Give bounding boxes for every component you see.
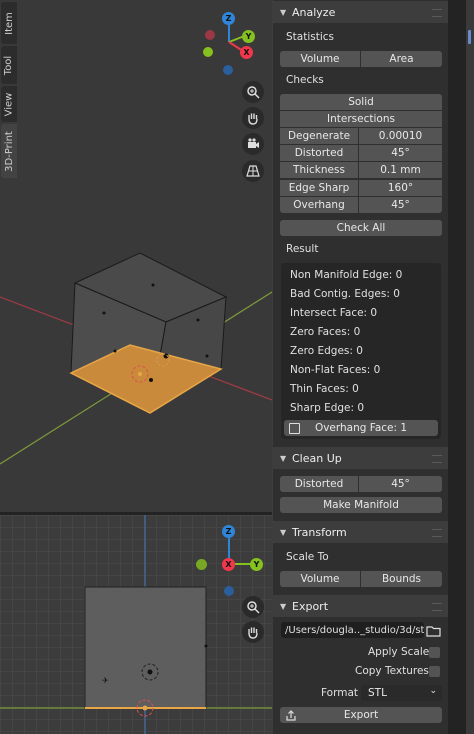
format-select[interactable]: STL ⌄	[361, 685, 442, 701]
panel-grip-icon[interactable]	[432, 9, 442, 17]
export-label: Export	[343, 709, 379, 721]
svg-text:✈: ✈	[102, 676, 109, 685]
viewport-front[interactable]: ✈ Z X Y	[0, 515, 272, 734]
gizmo-neg-z[interactable]	[224, 586, 234, 596]
hand-pan-icon[interactable]	[242, 107, 264, 129]
export-icon	[285, 709, 297, 724]
zoom-icon[interactable]	[242, 596, 264, 618]
gizmo-z[interactable]: Z	[222, 12, 235, 25]
analyze-panel-header[interactable]: ▼ Analyze	[273, 1, 448, 23]
perspective-grid-icon[interactable]	[242, 160, 264, 182]
volume-button[interactable]: Volume	[280, 51, 360, 67]
export-path-field[interactable]: /Users/dougla.._studio/3d/stl/	[281, 622, 424, 638]
result-item: Intersect Face: 0	[290, 307, 378, 319]
check-all-button[interactable]: Check All	[280, 220, 442, 236]
export-title: Export	[292, 599, 329, 613]
camera-icon[interactable]	[242, 133, 264, 155]
sidebar-tab-bar	[448, 0, 466, 734]
transform-panel-header[interactable]: ▼ Transform	[273, 521, 448, 543]
tab-item-label: Item	[3, 11, 15, 35]
thickness-button[interactable]: Thickness	[280, 162, 358, 178]
format-value: STL	[368, 687, 387, 699]
cleanup-title: Clean Up	[292, 451, 342, 465]
degenerate-value[interactable]: 0.00010	[359, 128, 442, 144]
overhang-button[interactable]: Overhang	[280, 197, 358, 213]
result-item: Bad Contig. Edges: 0	[290, 288, 400, 300]
overhang-face-label: Overhang Face: 1	[314, 422, 408, 434]
statistics-label: Statistics	[286, 31, 334, 43]
export-button[interactable]: Export	[280, 707, 442, 723]
gizmo-z[interactable]: Z	[222, 525, 235, 538]
panel-grip-icon[interactable]	[432, 529, 442, 537]
copy-textures-checkbox[interactable]	[429, 666, 440, 677]
cleanup-distorted-button[interactable]: Distorted	[280, 476, 358, 492]
result-item: Zero Edges: 0	[290, 345, 363, 357]
tab-view-label: View	[3, 92, 15, 116]
overhang-value[interactable]: 45°	[359, 197, 442, 213]
area-button[interactable]: Area	[361, 51, 442, 67]
navigation-gizmo[interactable]: Z Y X	[195, 8, 265, 80]
gizmo-y[interactable]: Y	[242, 30, 255, 43]
folder-icon[interactable]	[426, 623, 441, 638]
make-manifold-button[interactable]: Make Manifold	[280, 497, 442, 513]
window-edge	[466, 0, 474, 734]
scrollbar[interactable]	[468, 30, 471, 44]
gizmo-neg-y[interactable]	[196, 559, 207, 570]
triangle-expand-icon: ▼	[280, 601, 287, 611]
navigation-gizmo-front[interactable]: Z X Y	[195, 521, 265, 599]
result-item: Sharp Edge: 0	[290, 402, 365, 414]
result-item: Non-Flat Faces: 0	[290, 364, 381, 376]
triangle-expand-icon: ▼	[280, 527, 287, 537]
tab-tool[interactable]: Tool	[1, 46, 17, 84]
tab-item[interactable]: Item	[1, 2, 17, 44]
cube-mesh[interactable]	[69, 252, 228, 415]
tab-view[interactable]: View	[1, 86, 17, 122]
result-item: Non Manifold Edge: 0	[290, 269, 403, 281]
gizmo-x[interactable]: X	[222, 558, 235, 571]
apply-scale-checkbox[interactable]	[429, 647, 440, 658]
cube-front[interactable]	[84, 586, 207, 709]
hand-pan-icon[interactable]	[242, 621, 264, 643]
viewport-perspective[interactable]: Z Y X	[0, 0, 272, 512]
export-panel-header[interactable]: ▼ Export	[273, 595, 448, 617]
thickness-value[interactable]: 0.1 mm	[359, 162, 442, 178]
cleanup-distorted-value[interactable]: 45°	[359, 476, 442, 492]
solid-button[interactable]: Solid	[280, 94, 442, 110]
scale-volume-button[interactable]: Volume	[280, 571, 360, 587]
apply-scale-label: Apply Scale	[368, 646, 430, 658]
tab-3d-print[interactable]: 3D-Print	[1, 124, 17, 178]
degenerate-button[interactable]: Degenerate	[280, 128, 358, 144]
overhang-face-button[interactable]: Overhang Face: 1	[284, 420, 438, 436]
panel-grip-icon[interactable]	[432, 455, 442, 463]
cleanup-panel-header[interactable]: ▼ Clean Up	[273, 447, 448, 469]
gizmo-y[interactable]: Y	[250, 558, 263, 571]
result-label: Result	[286, 243, 319, 255]
scale-bounds-button[interactable]: Bounds	[361, 571, 442, 587]
chevron-down-icon: ⌄	[429, 686, 437, 696]
result-item: Zero Faces: 0	[290, 326, 361, 338]
scale-to-label: Scale To	[286, 551, 329, 563]
analyze-title: Analyze	[292, 5, 336, 19]
zoom-icon[interactable]	[242, 81, 264, 103]
tab-3d-print-label: 3D-Print	[3, 130, 15, 172]
select-face-icon	[289, 423, 300, 434]
gizmo-neg-y[interactable]	[203, 47, 213, 57]
transform-title: Transform	[292, 525, 347, 539]
tab-tool-label: Tool	[3, 55, 15, 75]
distorted-value[interactable]: 45°	[359, 145, 442, 161]
checks-label: Checks	[286, 74, 324, 86]
gizmo-x[interactable]: X	[240, 46, 253, 59]
format-label: Format	[321, 687, 359, 699]
intersections-button[interactable]: Intersections	[280, 111, 442, 127]
gizmo-neg-z[interactable]	[223, 65, 233, 75]
gizmo-neg-x[interactable]	[205, 30, 215, 40]
result-item: Thin Faces: 0	[290, 383, 359, 395]
triangle-expand-icon: ▼	[280, 453, 287, 463]
distorted-button[interactable]: Distorted	[280, 145, 358, 161]
copy-textures-label: Copy Textures	[355, 665, 429, 677]
panel-grip-icon[interactable]	[432, 603, 442, 611]
edge-sharp-button[interactable]: Edge Sharp	[280, 180, 358, 196]
triangle-expand-icon: ▼	[280, 7, 287, 17]
edge-sharp-value[interactable]: 160°	[359, 180, 442, 196]
